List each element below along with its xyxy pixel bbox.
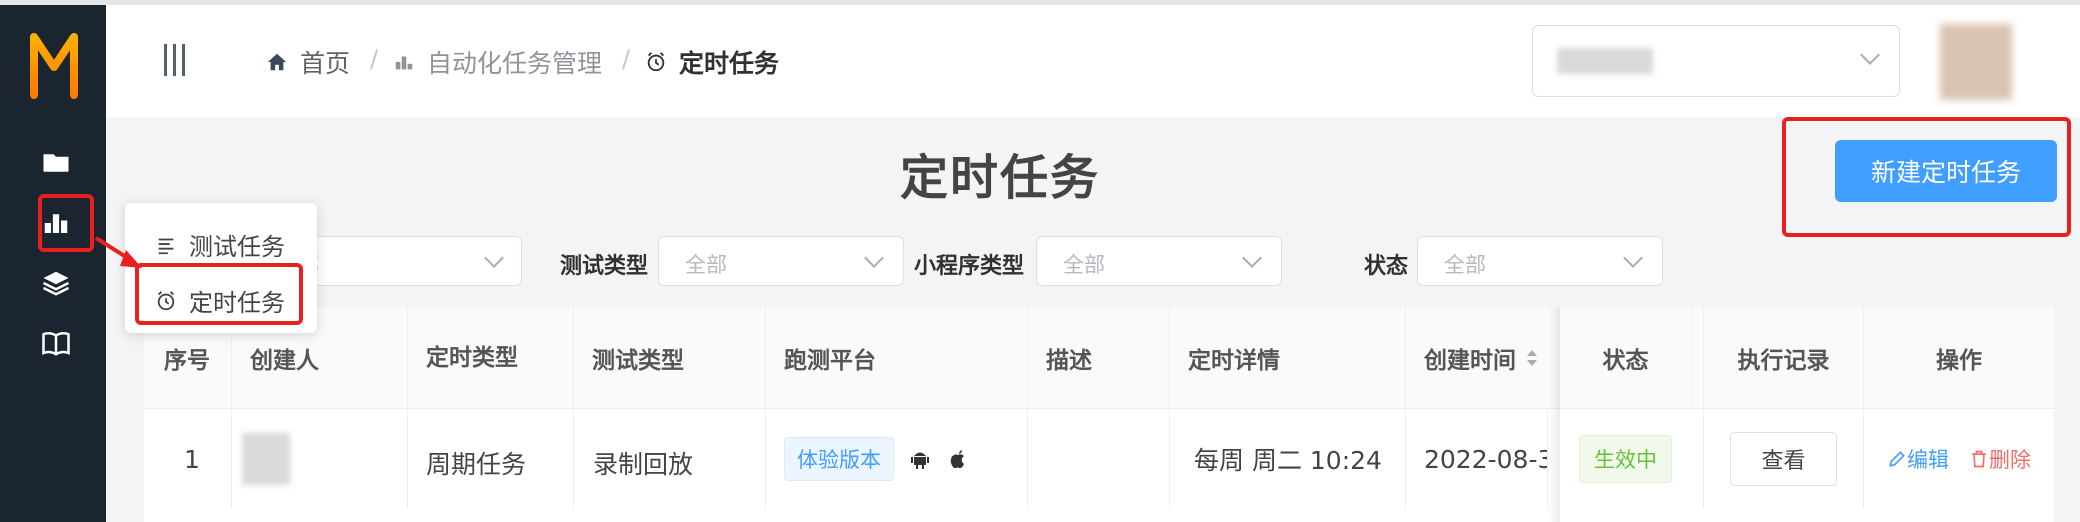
sort-icon[interactable] [1526,348,1538,368]
cell-schedule-type: 周期任务 [426,450,527,479]
column-header-status: 状态 [1548,307,1704,409]
cell-record: 查看 [1704,409,1864,509]
cell-actions: 编辑 删除 [1864,409,2054,509]
column-header-schedule-detail: 定时详情 [1170,307,1406,409]
blurred-creator-avatar [242,433,290,485]
edit-button[interactable]: 编辑 [1887,444,1949,474]
test-type-filter-select[interactable]: 全部 [658,236,904,286]
column-header-description: 描述 [1028,307,1170,409]
alarm-clock-icon [647,52,665,72]
breadcrumb-separator: / [370,45,379,73]
cell-created-at: 2022-08-30 [1406,409,1548,509]
list-icon [158,238,174,254]
chevron-down-icon [1242,248,1262,268]
chevron-down-icon [1860,45,1880,65]
chevron-down-icon [484,248,504,268]
breadcrumb-section[interactable]: 自动化任务管理 [393,44,602,80]
folder-icon[interactable] [40,147,72,179]
cell-description [1028,409,1170,509]
page-title: 定时任务 [900,150,1101,206]
miniprogram-type-filter-select[interactable]: 全部 [1036,236,1282,286]
miniprogram-type-filter-label: 小程序类型 [914,254,1025,279]
breadcrumb-separator: / [622,45,631,73]
android-icon [911,452,929,469]
cell-creator [232,409,408,509]
status-badge: 生效中 [1579,435,1672,483]
edit-icon [1889,451,1905,467]
menu-highlight-box [135,263,303,325]
cell-index: 1 [144,409,232,509]
new-button-highlight-box [1782,117,2071,237]
column-header-record: 执行记录 [1704,307,1864,409]
column-header-actions: 操作 [1936,348,1982,374]
menu-toggle-icon[interactable] [164,44,188,76]
pointer-arrow-icon [94,236,142,268]
cell-platform: 体验版本 [766,409,1028,509]
view-record-button[interactable]: 查看 [1730,432,1837,486]
apple-icon [950,450,964,469]
breadcrumb-current: 定时任务 [645,44,779,80]
trash-icon [1972,450,1986,468]
project-select[interactable] [1532,25,1900,97]
home-icon [267,53,287,71]
platform-tag: 体验版本 [784,437,894,481]
book-icon[interactable] [40,327,72,359]
cell-test-type: 录制回放 [593,450,694,479]
status-filter-select[interactable]: 全部 [1417,236,1663,286]
menu-item-test-task[interactable]: 测试任务 [155,227,285,262]
logo-icon[interactable] [28,27,80,101]
test-type-filter-label: 测试类型 [560,254,649,279]
fixed-column-shadow [1548,307,1560,522]
status-filter-label: 状态 [1364,254,1409,279]
chevron-down-icon [864,248,884,268]
chevron-down-icon [1623,248,1643,268]
column-header-test-type: 测试类型 [574,307,766,409]
avatar[interactable] [1940,24,2012,100]
breadcrumb-home[interactable]: 首页 [266,44,350,80]
cell-status: 生效中 [1548,409,1704,509]
column-header-platform: 跑测平台 [766,307,1028,409]
column-header-schedule-type-label: 定时类型 [426,345,518,371]
bar-chart-icon [395,56,413,70]
layers-icon[interactable] [40,267,72,299]
delete-button[interactable]: 删除 [1969,444,2031,474]
cell-schedule-detail: 每周 周二 10:24 [1170,409,1406,509]
blurred-project-name [1557,48,1653,74]
sidebar-highlight-box [38,194,94,252]
